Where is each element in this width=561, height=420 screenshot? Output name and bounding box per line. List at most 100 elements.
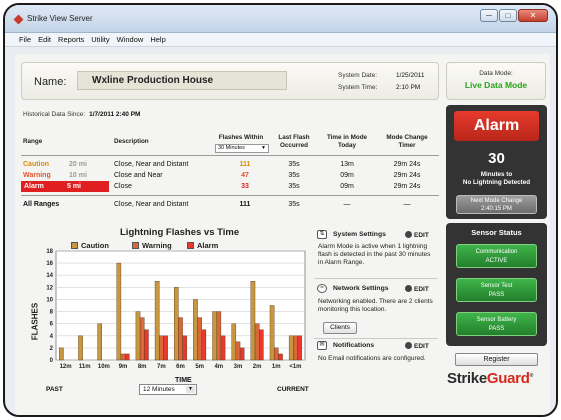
bar-caution bbox=[59, 347, 64, 361]
row-timer: 29m 24s bbox=[393, 183, 421, 190]
bar-alarm bbox=[259, 329, 264, 361]
data-mode-label: Data Mode: bbox=[479, 70, 513, 77]
network-icon: ≈ bbox=[317, 284, 327, 293]
network-settings-edit-button[interactable]: EDIT bbox=[405, 285, 429, 293]
sensor-status-title: Sensor Status bbox=[471, 228, 522, 237]
chart-window-value: 12 Minutes bbox=[143, 386, 175, 393]
bar-alarm bbox=[163, 335, 168, 361]
bar-warning bbox=[120, 353, 126, 361]
x-tick-label: 2m bbox=[253, 364, 262, 370]
app-icon bbox=[13, 14, 24, 25]
strikeguard-logo: StrikeGuard® bbox=[447, 370, 533, 387]
chart-window-select[interactable]: 12 Minutes ▼ bbox=[139, 384, 197, 395]
x-tick-label: 3m bbox=[234, 364, 243, 370]
x-tick-label: 6m bbox=[176, 364, 185, 370]
menu-utility[interactable]: Utility bbox=[91, 35, 109, 44]
minutes-remaining: 30 bbox=[488, 150, 505, 167]
register-button[interactable]: Register bbox=[455, 353, 538, 366]
sensor-battery: Sensor Battery PASS bbox=[456, 312, 537, 336]
system-date: 1/25/2011 bbox=[396, 72, 425, 79]
x-tick-label: <1m bbox=[289, 364, 301, 370]
section-divider bbox=[314, 278, 438, 279]
maximize-button[interactable]: □ bbox=[499, 9, 517, 22]
bar-alarm bbox=[201, 329, 207, 361]
bar-caution bbox=[212, 311, 217, 361]
sensor-status-panel: Sensor Status Communication ACTIVE Sensor… bbox=[446, 223, 547, 346]
y-tick-label: 4 bbox=[50, 334, 54, 340]
menu-reports[interactable]: Reports bbox=[58, 35, 84, 44]
x-tick-label: 12m bbox=[60, 364, 72, 370]
gear-icon bbox=[405, 285, 412, 292]
window-title: Strike View Server bbox=[27, 14, 93, 23]
minimize-button[interactable]: ─ bbox=[480, 9, 498, 22]
x-tick-label: 7m bbox=[157, 364, 166, 370]
y-tick-label: 14 bbox=[46, 273, 53, 279]
chart-y-label: FLASHES bbox=[30, 302, 40, 341]
bar-alarm bbox=[297, 335, 302, 361]
y-tick-label: 12 bbox=[46, 285, 53, 291]
row-timer: 29m 24s bbox=[393, 172, 421, 179]
bar-caution bbox=[288, 335, 294, 361]
bar-alarm bbox=[144, 329, 149, 361]
bar-caution bbox=[78, 335, 83, 361]
system-time-label: System Time: bbox=[338, 84, 378, 91]
y-tick-label: 6 bbox=[50, 322, 54, 328]
menu-help[interactable]: Help bbox=[150, 35, 165, 44]
row-mode: 09m bbox=[340, 172, 354, 179]
bar-caution bbox=[193, 299, 198, 361]
row-timer: 29m 24s bbox=[393, 161, 421, 168]
bar-warning bbox=[254, 323, 260, 361]
menu-window[interactable]: Window bbox=[117, 35, 144, 44]
bar-caution bbox=[97, 323, 102, 361]
row-mode: 09m bbox=[340, 183, 354, 190]
y-tick-label: 18 bbox=[46, 249, 53, 255]
alarm-panel: Alarm 30 Minutes to No Lightning Detected… bbox=[446, 105, 547, 219]
system-date-label: System Date: bbox=[338, 72, 378, 79]
notifications-edit-button[interactable]: EDIT bbox=[405, 342, 429, 350]
bar-warning bbox=[293, 335, 298, 361]
bar-warning bbox=[159, 335, 164, 361]
notifications-text: No Email notifications are configured. bbox=[318, 355, 426, 362]
bar-warning bbox=[197, 317, 202, 361]
menu-file[interactable]: File bbox=[19, 35, 31, 44]
x-tick-label: 10m bbox=[98, 364, 110, 370]
x-tick-label: 9m bbox=[119, 364, 128, 370]
menu-edit[interactable]: Edit bbox=[38, 35, 51, 44]
app-window: Strike View Server ─ □ ✕ File Edit Repor… bbox=[3, 3, 558, 417]
row-mode: — bbox=[343, 201, 351, 208]
x-tick-label: 11m bbox=[79, 364, 91, 370]
data-mode-panel: Data Mode: Live Data Mode bbox=[446, 62, 546, 100]
x-tick-label: 5m bbox=[195, 364, 204, 370]
bar-caution bbox=[116, 262, 122, 361]
close-button[interactable]: ✕ bbox=[518, 9, 548, 22]
clients-button[interactable]: Clients bbox=[323, 322, 357, 334]
y-tick-label: 10 bbox=[46, 297, 53, 303]
row-mode: 13m bbox=[340, 161, 354, 168]
x-tick-label: 1m bbox=[272, 364, 281, 370]
title-bar: Strike View Server ─ □ ✕ bbox=[5, 5, 556, 33]
bar-alarm bbox=[220, 335, 226, 361]
minutes-text: Minutes to No Lightning Detected bbox=[462, 171, 531, 186]
bar-alarm bbox=[182, 335, 188, 361]
bar-warning bbox=[178, 317, 183, 361]
y-tick-label: 2 bbox=[50, 346, 54, 352]
system-settings-edit-button[interactable]: EDIT bbox=[405, 231, 429, 239]
next-mode-change: Next Mode Change 2:40:15 PM bbox=[456, 195, 537, 214]
bar-alarm bbox=[278, 353, 283, 361]
bar-caution bbox=[154, 281, 160, 361]
system-settings-icon: ⇅ bbox=[317, 230, 327, 239]
col-time-in-mode: Time in Mode Today bbox=[326, 134, 368, 149]
section-divider bbox=[314, 338, 438, 339]
y-tick-label: 0 bbox=[50, 358, 54, 364]
system-time: 2:10 PM bbox=[396, 84, 421, 91]
bar-warning bbox=[216, 311, 222, 361]
bar-caution bbox=[135, 311, 141, 361]
chart-x-label: TIME bbox=[175, 377, 192, 384]
bar-warning bbox=[139, 317, 145, 361]
sensor-test: Sensor Test PASS bbox=[456, 278, 537, 302]
col-mode-change: Mode Change Timer bbox=[386, 134, 428, 149]
x-tick-label: 4m bbox=[214, 364, 223, 370]
menu-bar: File Edit Reports Utility Window Help bbox=[5, 33, 556, 47]
bar-warning bbox=[235, 341, 241, 361]
gear-icon bbox=[405, 342, 412, 349]
